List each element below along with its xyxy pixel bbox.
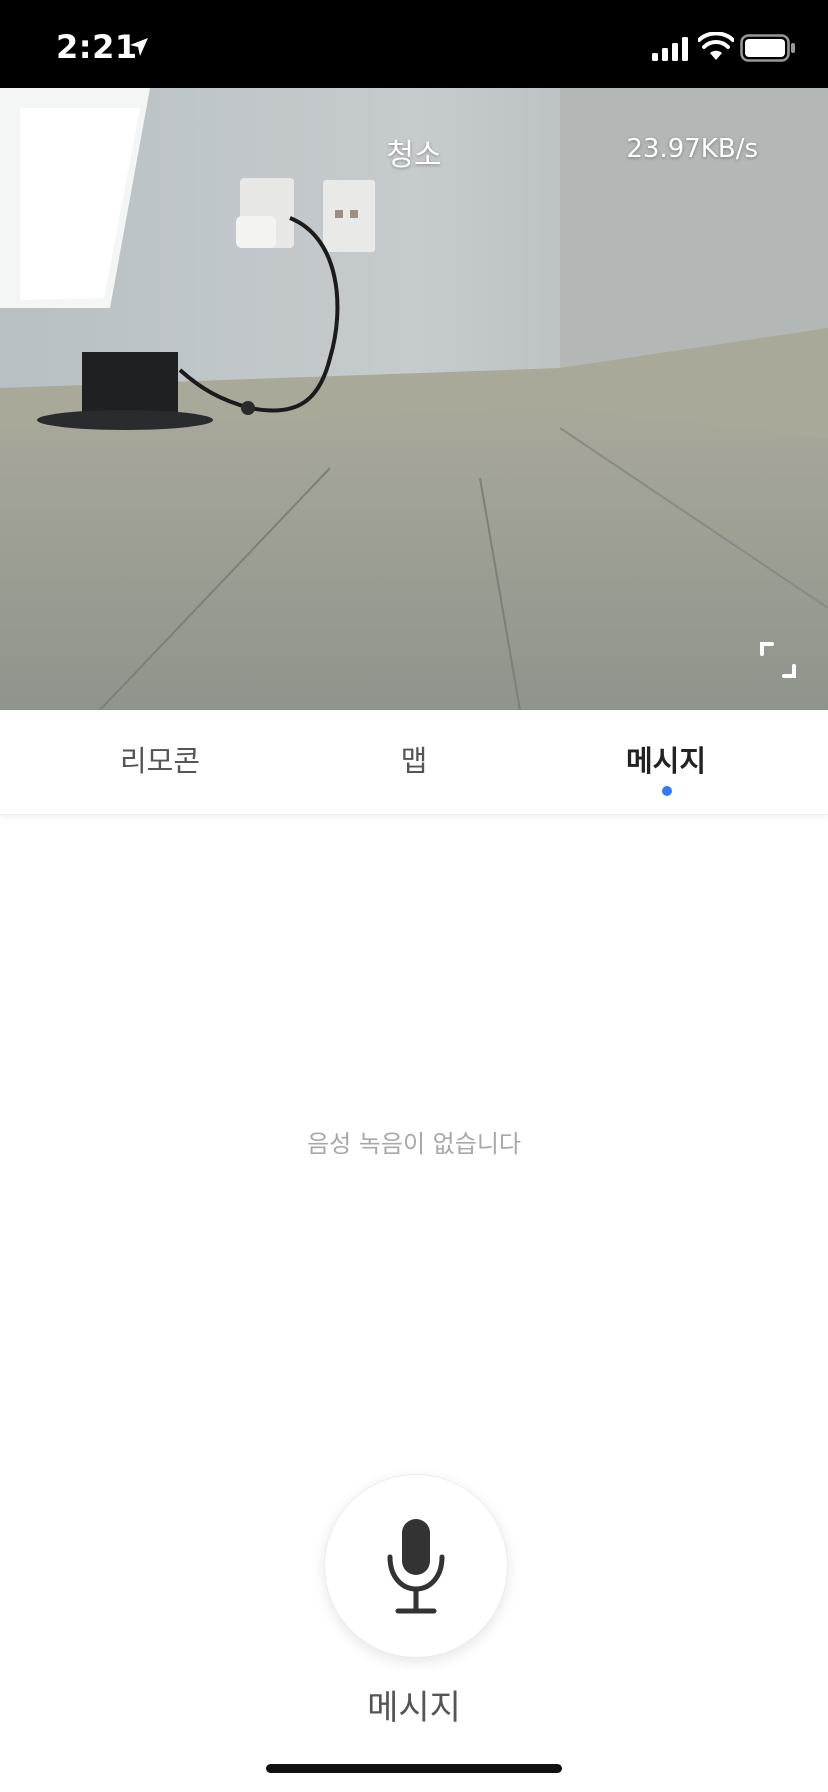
cellular-signal-icon (652, 37, 688, 61)
battery-icon (740, 34, 795, 62)
back-button[interactable] (30, 128, 70, 188)
tab-remote[interactable]: 리모콘 (60, 738, 260, 780)
wifi-icon (698, 32, 734, 60)
record-label: 메시지 (367, 1688, 461, 1728)
tab-message[interactable]: 메시지 (566, 738, 766, 780)
status-time: 2:21 (56, 28, 138, 66)
camera-feed-image (0, 88, 828, 710)
empty-state-text: 음성 녹음이 없습니다 (307, 1130, 521, 1158)
record-message-button[interactable] (324, 1474, 508, 1658)
microphone-icon (387, 1519, 445, 1614)
stream-speed: 23.97KB/s (626, 134, 758, 164)
location-arrow-icon (130, 38, 148, 56)
fullscreen-icon[interactable] (758, 640, 798, 680)
camera-view[interactable]: 청소 23.97KB/s (0, 88, 828, 710)
tab-bar: 리모콘 맵 메시지 (0, 710, 828, 815)
tab-map[interactable]: 맵 (314, 738, 514, 780)
home-indicator[interactable] (266, 1764, 562, 1773)
status-bar: 2:21 (0, 0, 828, 88)
active-tab-indicator (662, 786, 672, 796)
